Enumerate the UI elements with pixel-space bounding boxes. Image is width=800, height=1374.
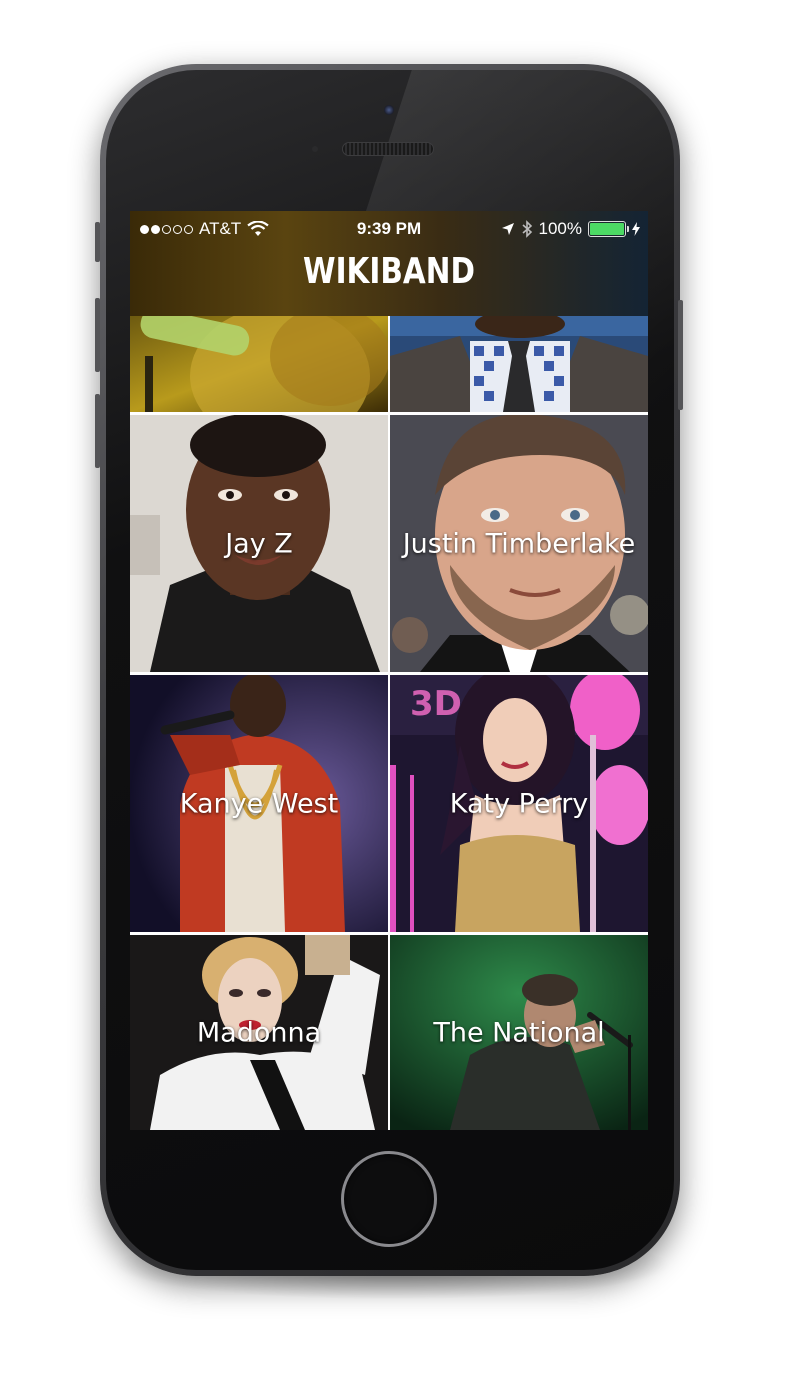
phone-screen: Jay Z Justin Timberlake Kanye West 3D Ka… <box>130 211 648 1130</box>
power-button <box>678 300 683 410</box>
artist-tile-justin-timberlake[interactable]: Justin Timberlake <box>390 415 648 672</box>
artist-grid: Jay Z Justin Timberlake Kanye West 3D Ka… <box>130 211 648 1130</box>
volume-down-button <box>95 394 100 468</box>
artist-name: Kanye West <box>179 788 339 819</box>
status-right: 100% <box>501 219 640 239</box>
proximity-sensor <box>312 146 318 152</box>
mute-switch <box>95 222 100 262</box>
artist-tile-jay-z[interactable]: Jay Z <box>130 415 388 672</box>
navigation-bar: AT&T 9:39 PM 100% WIKIBAND <box>130 211 648 316</box>
artist-name: Justin Timberlake <box>402 528 636 559</box>
artist-name: Madonna <box>196 1017 322 1048</box>
charging-bolt-icon <box>632 222 640 236</box>
artist-tile-the-national[interactable]: The National <box>390 935 648 1130</box>
battery-percent: 100% <box>538 219 582 238</box>
artist-tile-katy-perry[interactable]: 3D Katy Perry <box>390 675 648 932</box>
app-title: WIKIBAND <box>303 251 475 292</box>
artist-name: The National <box>433 1017 605 1048</box>
front-camera <box>384 105 394 115</box>
artist-name: Jay Z <box>225 528 293 559</box>
artist-photo <box>390 316 648 412</box>
status-bar: AT&T 9:39 PM 100% <box>130 211 648 245</box>
artist-tile[interactable] <box>130 316 388 412</box>
battery-icon <box>588 221 629 237</box>
location-arrow-icon <box>501 223 514 235</box>
artist-name: Katy Perry <box>449 788 589 819</box>
artist-tile-madonna[interactable]: Madonna <box>130 935 388 1130</box>
home-button[interactable] <box>341 1151 437 1247</box>
artist-tile-kanye-west[interactable]: Kanye West <box>130 675 388 932</box>
volume-up-button <box>95 298 100 372</box>
artist-tile[interactable] <box>390 316 648 412</box>
bluetooth-icon <box>521 220 532 238</box>
svg-text:3D: 3D <box>410 684 462 724</box>
artist-photo <box>130 316 388 412</box>
earpiece-speaker <box>342 142 434 156</box>
